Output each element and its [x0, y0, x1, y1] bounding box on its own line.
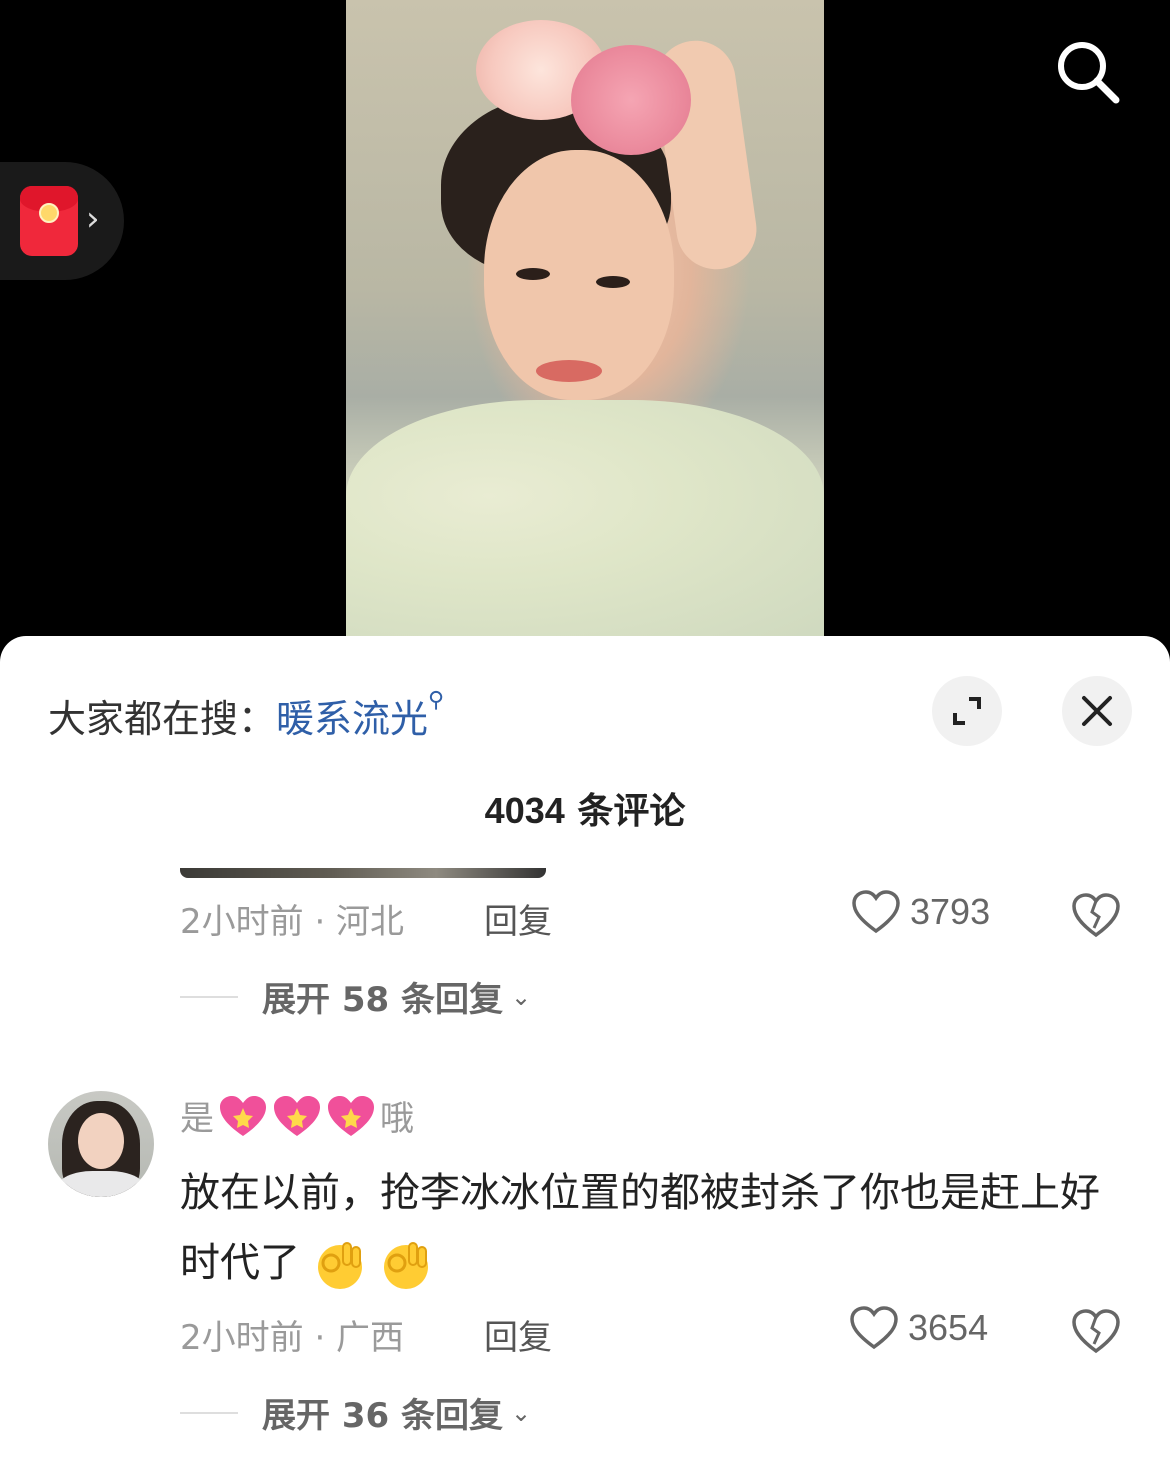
photo-dress: [346, 400, 824, 640]
chevron-right-icon: ›: [86, 199, 100, 239]
broken-heart-icon: [1072, 893, 1120, 938]
expand-icon: [953, 697, 981, 725]
photo-eye: [516, 268, 550, 280]
like-button[interactable]: 3793: [852, 890, 990, 934]
hot-search-prefix: 大家都在搜：: [48, 697, 277, 741]
dislike-button[interactable]: [1072, 1308, 1120, 1354]
red-packet-button[interactable]: ›: [0, 162, 124, 280]
broken-heart-icon: [1072, 1309, 1120, 1354]
avatar[interactable]: [48, 1091, 154, 1197]
comments-count-number: 4034: [484, 790, 565, 831]
expand-replies[interactable]: 展开 58 条回复 ⌄: [180, 972, 531, 1021]
reply-button[interactable]: 回复: [484, 1310, 552, 1359]
post-photo[interactable]: [346, 0, 824, 640]
heart-icon: [850, 1306, 898, 1350]
hot-search[interactable]: 大家都在搜：暖系流光⚲: [48, 688, 444, 743]
username[interactable]: 是 哦: [180, 1091, 414, 1140]
ok-hand-emoji: [317, 1242, 362, 1289]
divider-line: [180, 995, 238, 998]
expand-button[interactable]: [932, 676, 1002, 746]
sparkling-heart-emoji: [220, 1095, 266, 1136]
search-icon[interactable]: [1050, 34, 1124, 108]
expand-replies[interactable]: 展开 36 条回复 ⌄: [180, 1388, 531, 1437]
comments-count: 4034 条评论: [0, 782, 1170, 834]
username-start: 是: [180, 1099, 214, 1139]
comments-sheet: 大家都在搜：暖系流光⚲ 4034 条评论 2小时前 · 河北 回复 3793 展…: [0, 636, 1170, 1463]
close-icon: [1082, 696, 1112, 726]
dislike-button[interactable]: [1072, 892, 1120, 938]
expand-replies-label: 展开 58 条回复: [262, 980, 503, 1020]
like-button[interactable]: 3654: [850, 1306, 988, 1350]
ok-hand-emoji: [384, 1242, 429, 1289]
chevron-down-icon: ⌄: [511, 982, 532, 1011]
comment-image-bottom[interactable]: [180, 868, 546, 878]
like-count: 3793: [910, 891, 991, 932]
sparkling-heart-emoji: [328, 1095, 374, 1136]
like-count: 3654: [908, 1307, 989, 1348]
expand-replies-label: 展开 36 条回复: [262, 1396, 503, 1436]
photo-eye: [596, 276, 630, 288]
hot-search-keyword[interactable]: 暖系流光: [276, 697, 428, 741]
reply-button[interactable]: 回复: [484, 894, 552, 943]
heart-icon: [852, 890, 900, 934]
close-button[interactable]: [1062, 676, 1132, 746]
comment-meta: 2小时前 · 广西: [180, 1318, 405, 1358]
comments-count-suffix: 条评论: [577, 791, 686, 832]
comment-meta: 2小时前 · 河北: [180, 902, 405, 942]
photo-flower: [571, 45, 691, 155]
sparkling-heart-emoji: [274, 1095, 320, 1136]
search-icon: ⚲: [428, 688, 445, 713]
chevron-down-icon: ⌄: [511, 1398, 532, 1427]
divider-line: [180, 1411, 238, 1414]
comment-body: 放在以前，抢李冰冰位置的都被封杀了你也是赶上好时代了: [180, 1158, 1100, 1298]
red-packet-icon: [20, 186, 78, 256]
photo-lips: [536, 360, 602, 382]
username-end: 哦: [380, 1099, 414, 1139]
